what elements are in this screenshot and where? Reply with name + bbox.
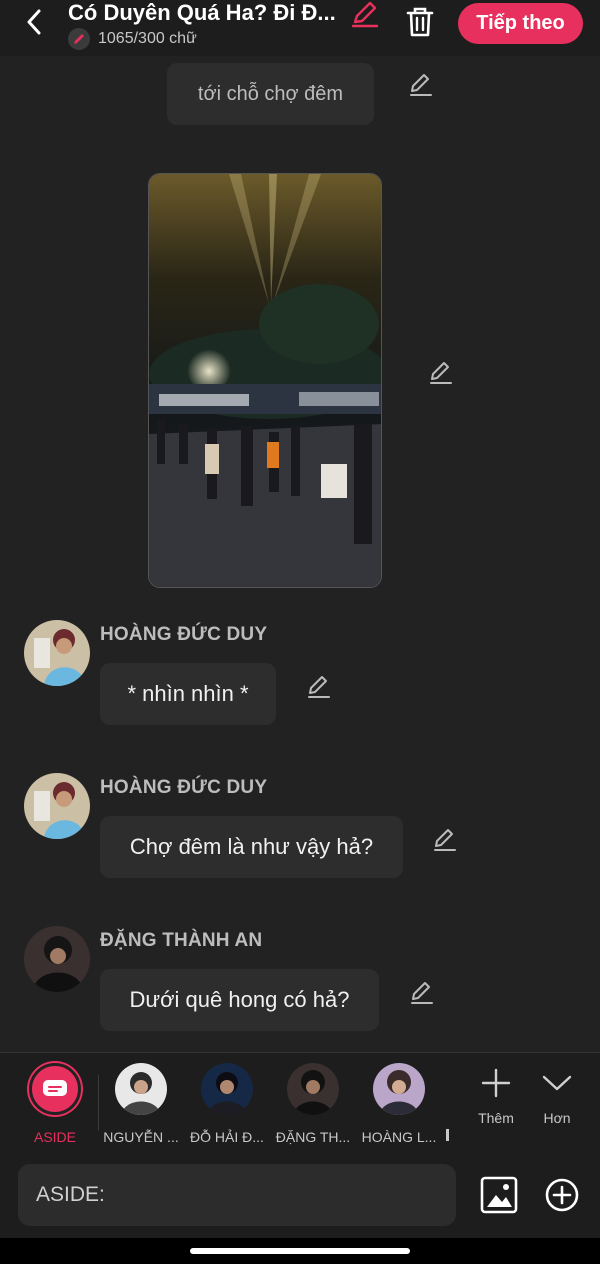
next-button[interactable]: Tiếp theo <box>458 3 583 44</box>
more-label: Hơn <box>543 1110 571 1126</box>
more-characters-indicator <box>446 1129 449 1141</box>
avatar[interactable] <box>24 620 90 686</box>
avatar <box>287 1063 339 1115</box>
pencil-icon <box>351 1 379 28</box>
aside-bubble[interactable]: tới chỗ chợ đêm <box>167 63 374 125</box>
top-bar: Có Duyên Quá Ha? Đi Đ... 1065/300 chữ Ti… <box>0 0 600 56</box>
avatar[interactable] <box>24 926 90 992</box>
speaker-name: HOÀNG ĐỨC DUY <box>100 777 268 798</box>
add-character-button[interactable]: Thêm <box>466 1067 526 1126</box>
character-item[interactable]: ĐỖ HẢI Đ... <box>188 1063 266 1145</box>
plus-circle-icon <box>545 1178 579 1212</box>
chevron-down-icon <box>542 1075 572 1091</box>
edit-message-button[interactable] <box>408 72 434 98</box>
chat-area[interactable]: tới chỗ chợ đêm HOÀNG ĐỨC DUY * nhìn nhì… <box>0 56 600 1052</box>
word-count-text: 1065/300 chữ <box>98 30 197 47</box>
pencil-icon <box>410 74 432 96</box>
character-aside[interactable]: ASIDE <box>16 1063 94 1145</box>
insert-image-button[interactable] <box>480 1176 518 1214</box>
character-label: HOÀNG L... <box>361 1129 437 1145</box>
message-bubble[interactable]: * nhìn nhìn * <box>100 663 276 725</box>
word-count: 1065/300 chữ <box>68 28 197 50</box>
avatar <box>115 1063 167 1115</box>
message-bubble[interactable]: Dưới quê hong có hả? <box>100 969 379 1031</box>
avatar <box>373 1063 425 1115</box>
plus-icon <box>481 1068 511 1098</box>
pencil-icon <box>411 982 433 1004</box>
add-content-button[interactable] <box>545 1178 579 1212</box>
story-title[interactable]: Có Duyên Quá Ha? Đi Đ... <box>68 0 340 26</box>
avatar[interactable] <box>24 773 90 839</box>
speaker-name: ĐẶNG THÀNH AN <box>100 930 263 951</box>
avatar <box>201 1063 253 1115</box>
edit-title-button[interactable] <box>350 0 380 28</box>
edit-message-button[interactable] <box>409 980 435 1006</box>
pencil-badge-icon <box>68 28 90 50</box>
delete-button[interactable] <box>404 4 436 38</box>
night-market-photo[interactable] <box>148 173 382 588</box>
message-bubble[interactable]: Chợ đêm là như vậy hả? <box>100 816 403 878</box>
message-input[interactable] <box>18 1164 456 1226</box>
character-label: ĐẶNG TH... <box>275 1129 351 1145</box>
pencil-icon <box>308 676 330 698</box>
pencil-icon <box>430 362 452 384</box>
back-button[interactable] <box>20 6 48 38</box>
pencil-icon <box>434 829 456 851</box>
system-nav-bar <box>0 1238 600 1264</box>
composer <box>0 1152 600 1238</box>
edit-message-button[interactable] <box>432 827 458 853</box>
divider <box>98 1075 99 1131</box>
character-toolbar: ASIDE NGUYỄN ... ĐỖ HẢI Đ... ĐẶNG TH... … <box>0 1052 600 1152</box>
add-label: Thêm <box>478 1110 514 1126</box>
character-label: NGUYỄN ... <box>103 1129 179 1145</box>
chevron-left-icon <box>27 9 41 35</box>
aside-icon <box>29 1063 81 1115</box>
edit-message-button[interactable] <box>306 674 332 700</box>
speaker-name: HOÀNG ĐỨC DUY <box>100 624 268 645</box>
character-item[interactable]: HOÀNG L... <box>360 1063 438 1145</box>
character-item[interactable]: NGUYỄN ... <box>102 1063 180 1145</box>
more-button[interactable]: Hơn <box>527 1067 587 1126</box>
character-label: ASIDE <box>33 1129 76 1145</box>
character-item[interactable]: ĐẶNG TH... <box>274 1063 352 1145</box>
edit-message-button[interactable] <box>428 360 454 386</box>
character-label: ĐỖ HẢI Đ... <box>190 1129 264 1145</box>
trash-icon <box>406 7 434 37</box>
home-indicator[interactable] <box>190 1248 410 1254</box>
image-icon <box>480 1176 518 1214</box>
